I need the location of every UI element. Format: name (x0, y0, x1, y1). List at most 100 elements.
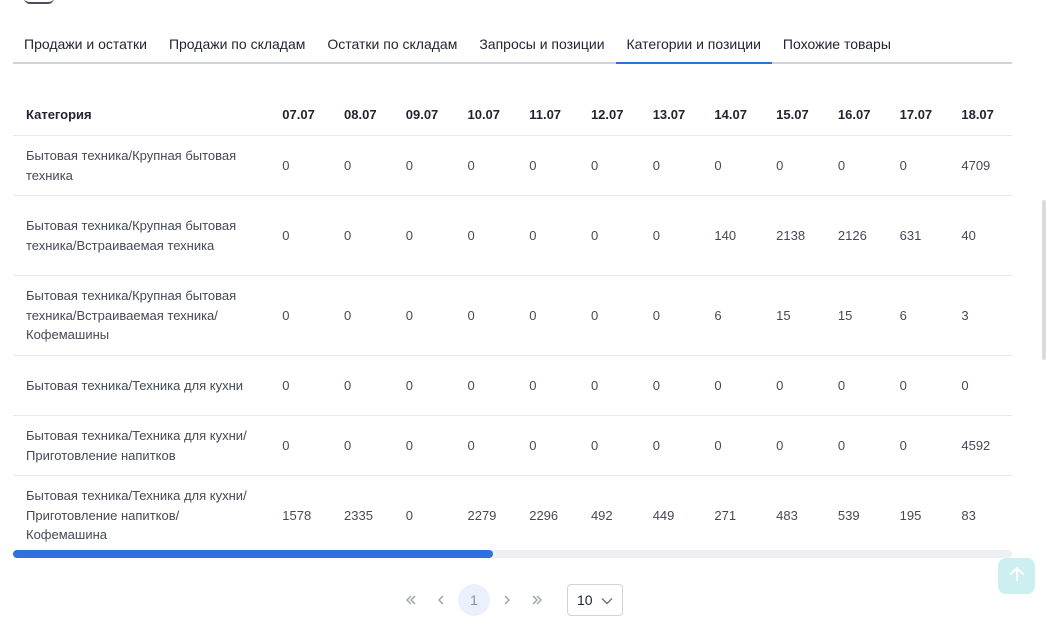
value-cell: 2296 (517, 475, 579, 544)
value-cell: 2126 (825, 195, 888, 276)
column-header-date[interactable]: 11.07 (517, 94, 579, 136)
category-cell: Бытовая техника/Техника для кухни/Пригот… (13, 475, 271, 544)
value-cell: 0 (393, 195, 456, 276)
chevron-right-icon[interactable] (492, 584, 522, 616)
table-row: Бытовая техника/Техника для кухни/Пригот… (13, 475, 1012, 544)
value-cell: 0 (332, 135, 394, 196)
value-cell: 140 (702, 195, 765, 276)
column-header-date[interactable]: 13.07 (640, 94, 703, 136)
category-cell: Бытовая техника/Техника для кухни/Пригот… (13, 415, 271, 476)
tab-sales-by-warehouse[interactable]: Продажи по складам (158, 26, 316, 62)
double-chevron-right-icon[interactable] (522, 584, 552, 616)
horizontal-scrollbar-thumb[interactable] (13, 550, 493, 558)
value-cell: 0 (332, 195, 394, 276)
pagination: 1 10 (396, 584, 623, 616)
value-cell: 0 (578, 355, 641, 416)
category-cell: Бытовая техника/Техника для кухни (13, 355, 271, 416)
column-header-date[interactable]: 12.07 (578, 94, 641, 136)
page-size-value: 10 (577, 592, 593, 608)
value-cell: 15 (1011, 195, 1012, 276)
column-header-date[interactable]: 18.07 (949, 94, 1012, 136)
arrow-up-icon (1007, 564, 1027, 589)
table-row: Бытовая техника/Крупная бытовая техника/… (13, 195, 1012, 276)
value-cell: 0 (517, 195, 579, 276)
value-cell: 2279 (455, 475, 518, 544)
value-cell: 40 (949, 195, 1012, 276)
tab-queries-and-positions[interactable]: Запросы и позиции (468, 26, 615, 62)
scroll-to-top-button[interactable] (998, 558, 1035, 594)
tab-similar-products[interactable]: Похожие товары (772, 26, 902, 62)
value-cell: 0 (270, 135, 333, 196)
column-header-category[interactable]: Категория (13, 94, 271, 136)
horizontal-scrollbar[interactable] (13, 550, 1012, 558)
value-cell: 3650 (1011, 135, 1012, 196)
value-cell: 0 (332, 355, 394, 416)
value-cell: 0 (640, 415, 703, 476)
value-cell: 0 (887, 415, 950, 476)
value-cell: 0 (825, 355, 888, 416)
categories-table: Категория 07.07 08.07 09.07 10.07 11.07 12.07… (13, 94, 1012, 544)
column-header-date[interactable]: 09.07 (393, 94, 456, 136)
value-cell: 0 (517, 275, 579, 356)
value-cell: 2335 (332, 475, 394, 544)
value-cell: 0 (270, 195, 333, 276)
value-cell: 0 (455, 275, 518, 356)
tab-stock-by-warehouse[interactable]: Остатки по складам (316, 26, 468, 62)
value-cell: 0 (702, 355, 765, 416)
double-chevron-left-icon[interactable] (396, 584, 426, 616)
chevron-left-icon[interactable] (426, 584, 456, 616)
value-cell: 4709 (949, 135, 1012, 196)
value-cell: 0 (455, 195, 518, 276)
value-cell: 2138 (764, 195, 826, 276)
value-cell: 0 (825, 135, 888, 196)
value-cell: 0 (1011, 355, 1012, 416)
page-vertical-scrollbar[interactable] (1042, 200, 1046, 360)
value-cell: 64 (1011, 475, 1012, 544)
value-cell: 3 (949, 275, 1012, 356)
column-header-date[interactable]: 10.07 (455, 94, 518, 136)
tab-sales-and-stock[interactable]: Продажи и остатки (13, 26, 158, 62)
value-cell: 15 (825, 275, 888, 356)
column-header-date[interactable]: 14.07 (702, 94, 765, 136)
value-cell: 0 (332, 275, 394, 356)
value-cell: 6 (702, 275, 765, 356)
value-cell: 6 (887, 275, 950, 356)
page-heading-fragment (24, 0, 54, 4)
value-cell: 15 (764, 275, 826, 356)
value-cell: 83 (949, 475, 1012, 544)
value-cell: 483 (764, 475, 826, 544)
value-cell: 0 (578, 275, 641, 356)
value-cell: 539 (825, 475, 888, 544)
column-header-date[interactable]: 19.07 (1011, 94, 1012, 136)
column-header-date[interactable]: 07.07 (270, 94, 333, 136)
value-cell: 4592 (949, 415, 1012, 476)
value-cell: 4020 (1011, 415, 1012, 476)
value-cell: 0 (393, 475, 456, 544)
value-cell: 0 (640, 275, 703, 356)
tab-categories-and-positions[interactable]: Категории и позиции (615, 26, 773, 64)
table-row: Бытовая техника/Техника для кухни/Пригот… (13, 415, 1012, 476)
column-header-date[interactable]: 15.07 (764, 94, 826, 136)
categories-table-container: Категория 07.07 08.07 09.07 10.07 11.07 12.07… (13, 94, 1012, 544)
page-button-current[interactable]: 1 (458, 584, 490, 616)
page-size-select[interactable]: 10 (567, 584, 623, 616)
value-cell: 0 (270, 275, 333, 356)
column-header-date[interactable]: 17.07 (887, 94, 950, 136)
value-cell: 0 (640, 195, 703, 276)
value-cell: 492 (578, 475, 641, 544)
value-cell: 0 (393, 415, 456, 476)
value-cell: 0 (702, 135, 765, 196)
value-cell: 0 (270, 415, 333, 476)
value-cell: 195 (887, 475, 950, 544)
chevron-down-icon (601, 592, 613, 608)
column-header-date[interactable]: 16.07 (825, 94, 888, 136)
value-cell: 3 (1011, 275, 1012, 356)
value-cell: 1578 (270, 475, 333, 544)
value-cell: 0 (764, 355, 826, 416)
table-row: Бытовая техника/Техника для кухни 0 0 0 0 0 0 0… (13, 355, 1012, 416)
column-header-date[interactable]: 08.07 (332, 94, 394, 136)
value-cell: 0 (887, 355, 950, 416)
value-cell: 0 (640, 135, 703, 196)
value-cell: 271 (702, 475, 765, 544)
value-cell: 0 (393, 135, 456, 196)
